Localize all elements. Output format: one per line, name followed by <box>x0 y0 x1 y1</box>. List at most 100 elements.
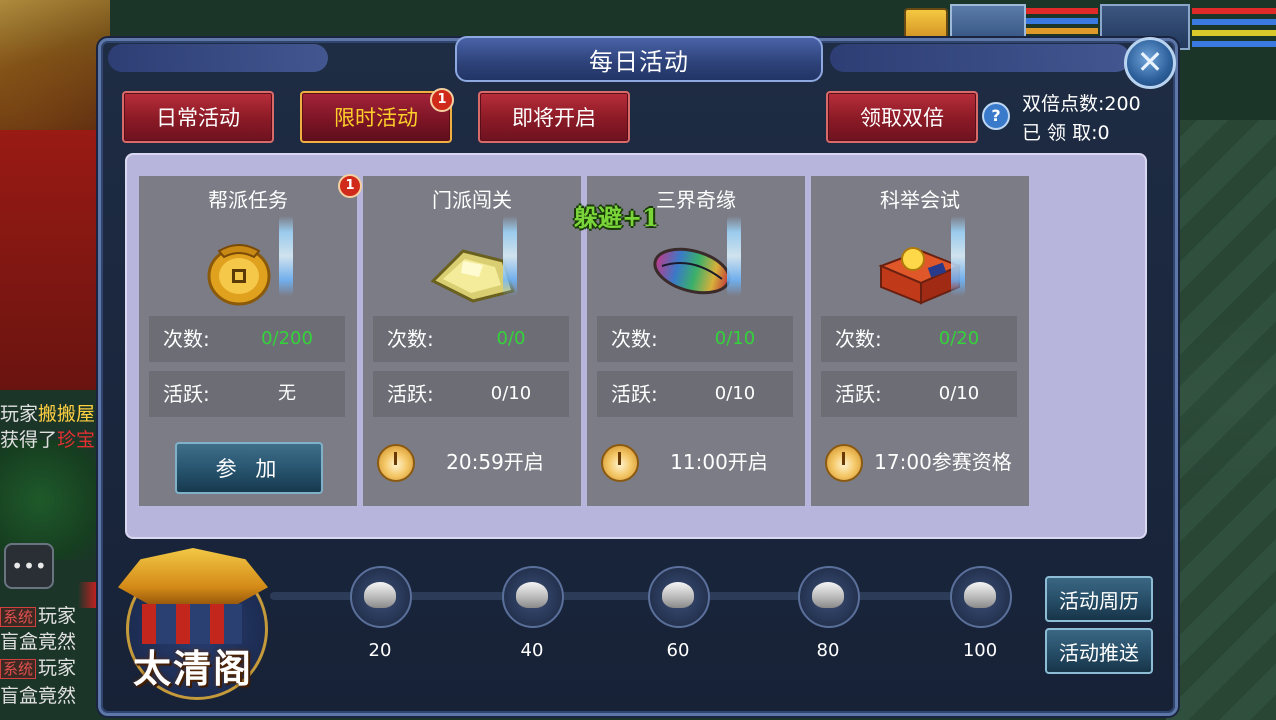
tab-daily[interactable]: 日常活动 <box>122 91 274 143</box>
activity-points-value: 0/10 <box>490 383 532 404</box>
count-value: 0/20 <box>938 328 980 349</box>
open-time-text: 11:00开启 <box>670 450 768 474</box>
sparkle-effect <box>727 216 741 296</box>
silver-ingot-icon <box>964 582 996 608</box>
chat-text: 获得了 <box>0 429 58 451</box>
system-tag: 系统 <box>0 659 37 679</box>
chat-line-6: 盲盒竟然 <box>0 684 76 708</box>
chat-line-1: 玩家搬搬屋 <box>0 402 95 426</box>
chat-line-4: 盲盒竟然 <box>0 630 76 654</box>
clock-icon <box>377 444 415 482</box>
reward-chest-60[interactable] <box>648 566 710 628</box>
pet-status-bars <box>1026 8 1098 38</box>
activity-title: 门派闯关 <box>432 188 512 212</box>
join-button[interactable]: 参 加 <box>175 442 323 494</box>
activity-points-label: 活跃: <box>387 382 434 406</box>
reward-chest-40[interactable] <box>502 566 564 628</box>
notification-badge: 1 <box>338 174 362 198</box>
background-wall <box>0 130 100 390</box>
count-row: 次数: 0/10 <box>597 316 793 362</box>
pavilion-roof-icon <box>118 548 268 604</box>
silver-ingot-icon <box>364 582 396 608</box>
activity-points-value: 0/10 <box>938 383 980 404</box>
background-roof <box>0 0 110 140</box>
chat-line-3: 系统 玩家 <box>0 604 76 628</box>
activity-points-row: 活跃: 无 <box>149 371 345 417</box>
activity-card-guild-task[interactable]: 帮派任务 次数: 0/200 活跃: 无 参 加 <box>139 176 357 506</box>
activity-points-label: 活跃: <box>163 382 210 406</box>
chat-bubble-icon[interactable]: ••• <box>4 543 54 589</box>
title-ornament-left <box>108 44 328 72</box>
emblem-label: 太清阁 <box>132 646 253 691</box>
activity-calendar-button[interactable]: 活动周历 <box>1045 576 1153 622</box>
sparkle-effect <box>951 216 965 296</box>
count-row: 次数: 0/200 <box>149 316 345 362</box>
open-time-row: 11:00开启 <box>587 442 805 482</box>
open-time-row: 20:59开启 <box>363 442 581 482</box>
activity-title: 帮派任务 <box>208 188 288 212</box>
reward-chest-100[interactable] <box>950 566 1012 628</box>
chat-text: 盲盒竟然 <box>0 631 77 653</box>
chat-text: 搬搬屋 <box>38 403 96 425</box>
milestone-label: 80 <box>816 640 840 661</box>
count-value: 0/10 <box>714 328 756 349</box>
count-row: 次数: 0/0 <box>373 316 569 362</box>
open-time-text: 20:59开启 <box>446 450 544 474</box>
help-icon[interactable]: ? <box>982 102 1010 130</box>
chat-text: 玩家 <box>38 657 77 679</box>
taiqing-pavilion-emblem[interactable]: 太清阁 <box>118 548 268 700</box>
activity-points-label: 活跃: <box>611 382 658 406</box>
sparkle-effect <box>503 216 517 296</box>
chat-text: 玩家 <box>0 403 39 425</box>
count-label: 次数: <box>163 327 210 351</box>
silver-ingot-icon <box>812 582 844 608</box>
double-points-info: 双倍点数:200 已 领 取:0 <box>1022 90 1141 148</box>
activity-points-value: 无 <box>278 383 296 404</box>
chat-line-5: 系统 玩家 <box>0 656 76 680</box>
activity-card-sect-challenge[interactable]: 门派闯关 次数: 0/0 活跃: 0/10 20:59开启 <box>363 176 581 506</box>
notification-badge: 1 <box>430 88 454 112</box>
clock-icon <box>825 444 863 482</box>
reward-chest-80[interactable] <box>798 566 860 628</box>
chat-text: 玩家 <box>38 605 77 627</box>
activity-push-button[interactable]: 活动推送 <box>1045 628 1153 674</box>
count-label: 次数: <box>835 327 882 351</box>
title-ornament-right <box>830 44 1130 72</box>
sparkle-effect <box>279 216 293 296</box>
activity-points-row: 活跃: 0/10 <box>821 371 1017 417</box>
system-tag: 系统 <box>0 607 37 627</box>
double-claimed-text: 已 领 取:0 <box>1022 122 1110 144</box>
milestone-label: 60 <box>666 640 690 661</box>
count-label: 次数: <box>387 327 434 351</box>
open-time-text: 17:00参赛资格 <box>874 450 1012 474</box>
count-row: 次数: 0/20 <box>821 316 1017 362</box>
close-button[interactable]: ✕ <box>1124 37 1176 89</box>
count-label: 次数: <box>611 327 658 351</box>
claim-double-button[interactable]: 领取双倍 <box>826 91 978 143</box>
floating-combat-text: 躲避+1 <box>574 203 659 232</box>
tab-upcoming[interactable]: 即将开启 <box>478 91 630 143</box>
double-points-text: 双倍点数:200 <box>1022 93 1141 115</box>
open-time-row: 17:00参赛资格 <box>811 442 1029 482</box>
count-value: 0/0 <box>496 328 526 349</box>
milestone-label: 20 <box>368 640 392 661</box>
chat-text: 盲盒竟然 <box>0 685 77 707</box>
silver-ingot-icon <box>662 582 694 608</box>
clock-icon <box>601 444 639 482</box>
background-courtyard <box>1166 120 1276 720</box>
silver-ingot-icon <box>516 582 548 608</box>
chat-text: 珍宝 <box>57 429 96 451</box>
panel-title: 每日活动 <box>455 36 823 82</box>
activity-points-row: 活跃: 0/10 <box>373 371 569 417</box>
player-status-bars <box>1192 8 1276 52</box>
chat-line-2: 获得了珍宝 <box>0 428 95 452</box>
activity-points-label: 活跃: <box>835 382 882 406</box>
count-value: 0/200 <box>261 328 313 349</box>
activity-points-value: 0/10 <box>714 383 756 404</box>
activity-points-row: 活跃: 0/10 <box>597 371 793 417</box>
milestone-label: 40 <box>520 640 544 661</box>
background-tree <box>0 440 100 560</box>
activity-card-imperial-exam[interactable]: 科举会试 次数: 0/20 活跃: 0/10 17:00参赛资格 <box>811 176 1029 506</box>
reward-chest-20[interactable] <box>350 566 412 628</box>
activity-title: 科举会试 <box>880 188 960 212</box>
